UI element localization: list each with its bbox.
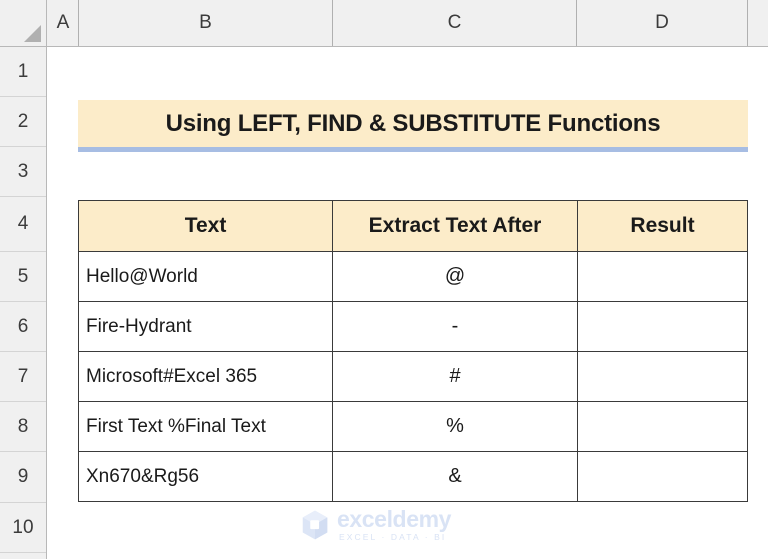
row-header-2[interactable]: 2 — [0, 97, 46, 147]
cell-delimiter[interactable]: % — [333, 402, 578, 452]
table-row: Xn670&Rg56 & — [79, 452, 748, 502]
column-header-e[interactable] — [748, 0, 768, 46]
table-row: Hello@World @ — [79, 252, 748, 302]
cell-result[interactable] — [578, 352, 748, 402]
excel-sheet: Using LEFT, FIND & SUBSTITUTE Functions … — [0, 0, 768, 559]
watermark-text: exceldemy EXCEL · DATA · BI — [337, 508, 451, 542]
cell-result[interactable] — [578, 452, 748, 502]
column-headers: A B C D — [0, 0, 768, 47]
row-header-6[interactable]: 6 — [0, 302, 46, 352]
data-table: Text Extract Text After Result Hello@Wor… — [78, 200, 748, 502]
table-header-extract-text-after: Extract Text After — [333, 201, 578, 252]
column-header-c[interactable]: C — [333, 0, 577, 46]
row-header-4[interactable]: 4 — [0, 197, 46, 252]
row-header-3[interactable]: 3 — [0, 147, 46, 197]
watermark-brand: exceldemy — [337, 508, 451, 531]
column-header-b[interactable]: B — [79, 0, 333, 46]
cell-result[interactable] — [578, 252, 748, 302]
cell-text[interactable]: Hello@World — [79, 252, 333, 302]
cell-result[interactable] — [578, 402, 748, 452]
column-header-a[interactable]: A — [48, 0, 79, 46]
cell-delimiter[interactable]: - — [333, 302, 578, 352]
cell-text[interactable]: Fire-Hydrant — [79, 302, 333, 352]
row-headers: 1 2 3 4 5 6 7 8 9 10 — [0, 47, 47, 559]
table-row: Microsoft#Excel 365 # — [79, 352, 748, 402]
page-title: Using LEFT, FIND & SUBSTITUTE Functions — [166, 110, 661, 138]
watermark-tagline: EXCEL · DATA · BI — [339, 533, 451, 542]
cube-logo-icon — [300, 510, 330, 540]
row-header-10[interactable]: 10 — [0, 503, 46, 553]
cell-result[interactable] — [578, 302, 748, 352]
exceldemy-watermark: exceldemy EXCEL · DATA · BI — [300, 508, 451, 542]
column-header-d[interactable]: D — [577, 0, 748, 46]
cell-delimiter[interactable]: @ — [333, 252, 578, 302]
row-header-9[interactable]: 9 — [0, 452, 46, 503]
table-header-row: Text Extract Text After Result — [79, 201, 748, 252]
cell-text[interactable]: Microsoft#Excel 365 — [79, 352, 333, 402]
cell-delimiter[interactable]: # — [333, 352, 578, 402]
cell-text[interactable]: First Text %Final Text — [79, 402, 333, 452]
cell-delimiter[interactable]: & — [333, 452, 578, 502]
select-all-corner[interactable] — [0, 0, 47, 46]
table-row: Fire-Hydrant - — [79, 302, 748, 352]
table-header-result: Result — [578, 201, 748, 252]
row-header-5[interactable]: 5 — [0, 252, 46, 302]
row-header-8[interactable]: 8 — [0, 402, 46, 452]
select-all-triangle-icon — [24, 25, 41, 42]
table-header-text: Text — [79, 201, 333, 252]
row-header-1[interactable]: 1 — [0, 47, 46, 97]
table-row: First Text %Final Text % — [79, 402, 748, 452]
row-header-7[interactable]: 7 — [0, 352, 46, 402]
title-banner: Using LEFT, FIND & SUBSTITUTE Functions — [78, 100, 748, 147]
cell-text[interactable]: Xn670&Rg56 — [79, 452, 333, 502]
title-underline-bar — [78, 147, 748, 152]
